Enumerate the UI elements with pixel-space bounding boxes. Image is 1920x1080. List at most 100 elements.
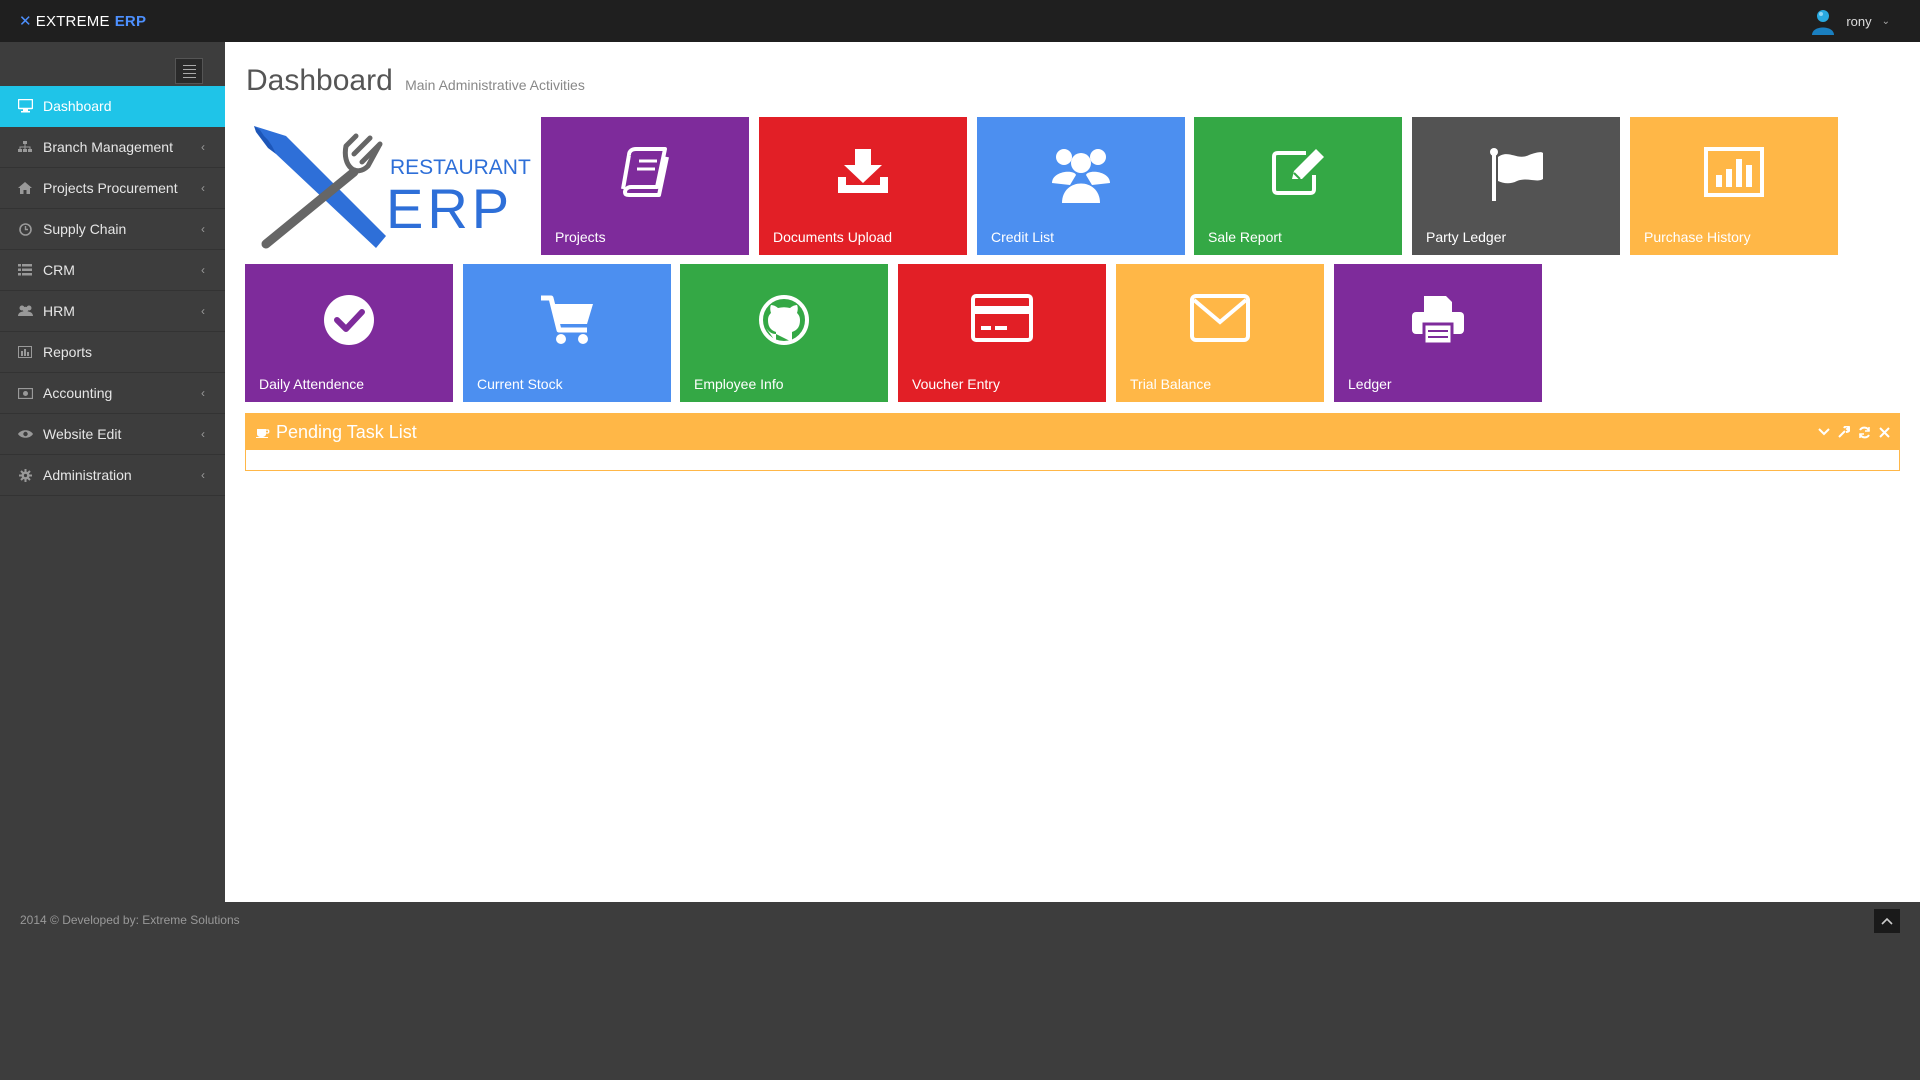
brand-x-icon: ✕ bbox=[19, 13, 32, 30]
sidebar-item-supply-chain[interactable]: Supply Chain ‹ bbox=[0, 209, 225, 250]
tile-label: Party Ledger bbox=[1426, 229, 1507, 245]
chevron-left-icon: ‹ bbox=[201, 427, 205, 441]
tile-label: Daily Attendence bbox=[259, 376, 365, 392]
cog-icon bbox=[17, 467, 33, 483]
sidebar-item-branch-management[interactable]: Branch Management ‹ bbox=[0, 127, 225, 168]
sidebar-item-label: Accounting bbox=[43, 385, 113, 401]
panel-title: Pending Task List bbox=[276, 421, 417, 442]
top-navbar: ✕ EXTREME ERP rony ⌄ bbox=[0, 0, 1920, 42]
coffee-icon bbox=[256, 429, 270, 438]
tile-label: Trial Balance bbox=[1130, 376, 1212, 392]
tile-ledger[interactable]: Ledger bbox=[1334, 264, 1542, 402]
desktop-icon bbox=[17, 98, 33, 114]
bar-chart-icon bbox=[17, 344, 33, 360]
page-subtitle: Main Administrative Activities bbox=[405, 77, 585, 93]
tile-current-stock[interactable]: Current Stock bbox=[463, 264, 671, 402]
chevron-up-icon bbox=[1881, 917, 1893, 925]
sidebar-item-projects-procurement[interactable]: Projects Procurement ‹ bbox=[0, 168, 225, 209]
tile-daily-attendence[interactable]: Daily Attendence bbox=[245, 264, 453, 402]
chevron-left-icon: ‹ bbox=[201, 386, 205, 400]
main-content: Dashboard Main Administrative Activities… bbox=[225, 42, 1920, 902]
group-icon bbox=[1052, 149, 1110, 203]
sidebar-item-label: Reports bbox=[43, 344, 93, 360]
tile-trial-balance[interactable]: Trial Balance bbox=[1116, 264, 1324, 402]
sidebar-item-reports[interactable]: Reports bbox=[0, 332, 225, 373]
money-icon bbox=[17, 385, 33, 401]
footer: 2014 © Developed by: Extreme Solutions bbox=[0, 902, 1920, 1080]
sidebar-item-label: Branch Management bbox=[43, 139, 173, 155]
restaurant-erp-logo: RESTAURANT ERP bbox=[246, 116, 531, 256]
home-icon bbox=[17, 180, 33, 196]
sidebar-item-label: Supply Chain bbox=[43, 221, 127, 237]
sidebar-item-dashboard[interactable]: Dashboard bbox=[0, 86, 225, 127]
brand-suffix: ERP bbox=[114, 12, 147, 30]
wrench-icon[interactable] bbox=[1837, 425, 1851, 439]
cart-icon bbox=[541, 295, 593, 344]
sidebar-item-label: Projects Procurement bbox=[43, 180, 178, 196]
tile-label: Voucher Entry bbox=[912, 376, 1000, 392]
flag-icon bbox=[1490, 148, 1543, 201]
close-icon[interactable] bbox=[1877, 425, 1891, 439]
page-title-text: Dashboard bbox=[246, 64, 393, 97]
logo-line2: ERP bbox=[386, 177, 513, 240]
sidebar-item-administration[interactable]: Administration ‹ bbox=[0, 455, 225, 496]
sidebar-item-website-edit[interactable]: Website Edit ‹ bbox=[0, 414, 225, 455]
tile-party-ledger[interactable]: Party Ledger bbox=[1412, 117, 1620, 255]
tile-label: Documents Upload bbox=[773, 229, 893, 245]
tile-label: Sale Report bbox=[1208, 229, 1282, 245]
footer-text: 2014 © Developed by: Extreme Solutions bbox=[20, 913, 240, 927]
sidebar-item-label: Administration bbox=[43, 467, 132, 483]
sidebar-item-label: HRM bbox=[43, 303, 75, 319]
chevron-left-icon: ‹ bbox=[201, 304, 205, 318]
users-icon bbox=[17, 303, 33, 319]
sidebar: Dashboard Branch Management ‹ Projects P… bbox=[0, 42, 225, 902]
sidebar-item-hrm[interactable]: HRM ‹ bbox=[0, 291, 225, 332]
panel-header: Pending Task List bbox=[246, 414, 1899, 450]
user-avatar-icon bbox=[1812, 10, 1835, 35]
tile-label: Credit List bbox=[991, 229, 1055, 245]
credit-card-icon bbox=[971, 294, 1033, 342]
tile-label: Projects bbox=[555, 229, 606, 245]
refresh-icon[interactable] bbox=[1857, 425, 1871, 439]
chevron-left-icon: ‹ bbox=[201, 181, 205, 195]
eye-icon bbox=[17, 426, 33, 442]
sidebar-toggle-button[interactable] bbox=[175, 58, 203, 84]
tile-documents-upload[interactable]: Documents Upload bbox=[759, 117, 967, 255]
sidebar-item-label: CRM bbox=[43, 262, 75, 278]
chevron-left-icon: ‹ bbox=[201, 263, 205, 277]
chevron-left-icon: ‹ bbox=[201, 468, 205, 482]
pending-task-panel: Pending Task List bbox=[245, 413, 1900, 471]
print-icon bbox=[1412, 296, 1464, 346]
tile-projects[interactable]: Projects bbox=[541, 117, 749, 255]
bar-chart-icon bbox=[1704, 147, 1764, 197]
list-icon bbox=[17, 262, 33, 278]
tile-sale-report[interactable]: Sale Report bbox=[1194, 117, 1402, 255]
page-title: Dashboard Main Administrative Activities bbox=[246, 64, 585, 98]
tile-purchase-history[interactable]: Purchase History bbox=[1630, 117, 1838, 255]
tile-employee-info[interactable]: Employee Info bbox=[680, 264, 888, 402]
scroll-to-top-button[interactable] bbox=[1874, 909, 1900, 933]
chevron-left-icon: ‹ bbox=[201, 140, 205, 154]
sidebar-item-crm[interactable]: CRM ‹ bbox=[0, 250, 225, 291]
sidebar-item-label: Website Edit bbox=[43, 426, 122, 442]
chevron-down-icon[interactable] bbox=[1817, 425, 1831, 439]
user-name: rony bbox=[1846, 13, 1872, 29]
chevron-left-icon: ‹ bbox=[201, 222, 205, 236]
brand-prefix: EXTREME bbox=[35, 12, 110, 30]
tile-label: Employee Info bbox=[694, 376, 784, 392]
chevron-down-icon: ⌄ bbox=[1881, 15, 1890, 27]
sitemap-icon bbox=[17, 139, 33, 155]
tile-label: Purchase History bbox=[1644, 229, 1751, 245]
user-menu[interactable]: rony ⌄ bbox=[1808, 0, 1890, 42]
logo-line1: RESTAURANT bbox=[390, 156, 531, 179]
edit-icon bbox=[1272, 149, 1324, 195]
tile-voucher-entry[interactable]: Voucher Entry bbox=[898, 264, 1106, 402]
tile-credit-list[interactable]: Credit List bbox=[977, 117, 1185, 255]
sidebar-item-label: Dashboard bbox=[43, 98, 112, 114]
envelope-icon bbox=[1190, 294, 1250, 342]
brand-logo[interactable]: ✕ EXTREME ERP bbox=[19, 12, 147, 31]
clock-icon bbox=[17, 221, 33, 237]
check-circle-icon bbox=[324, 295, 374, 345]
sidebar-item-accounting[interactable]: Accounting ‹ bbox=[0, 373, 225, 414]
tile-label: Current Stock bbox=[477, 376, 563, 392]
